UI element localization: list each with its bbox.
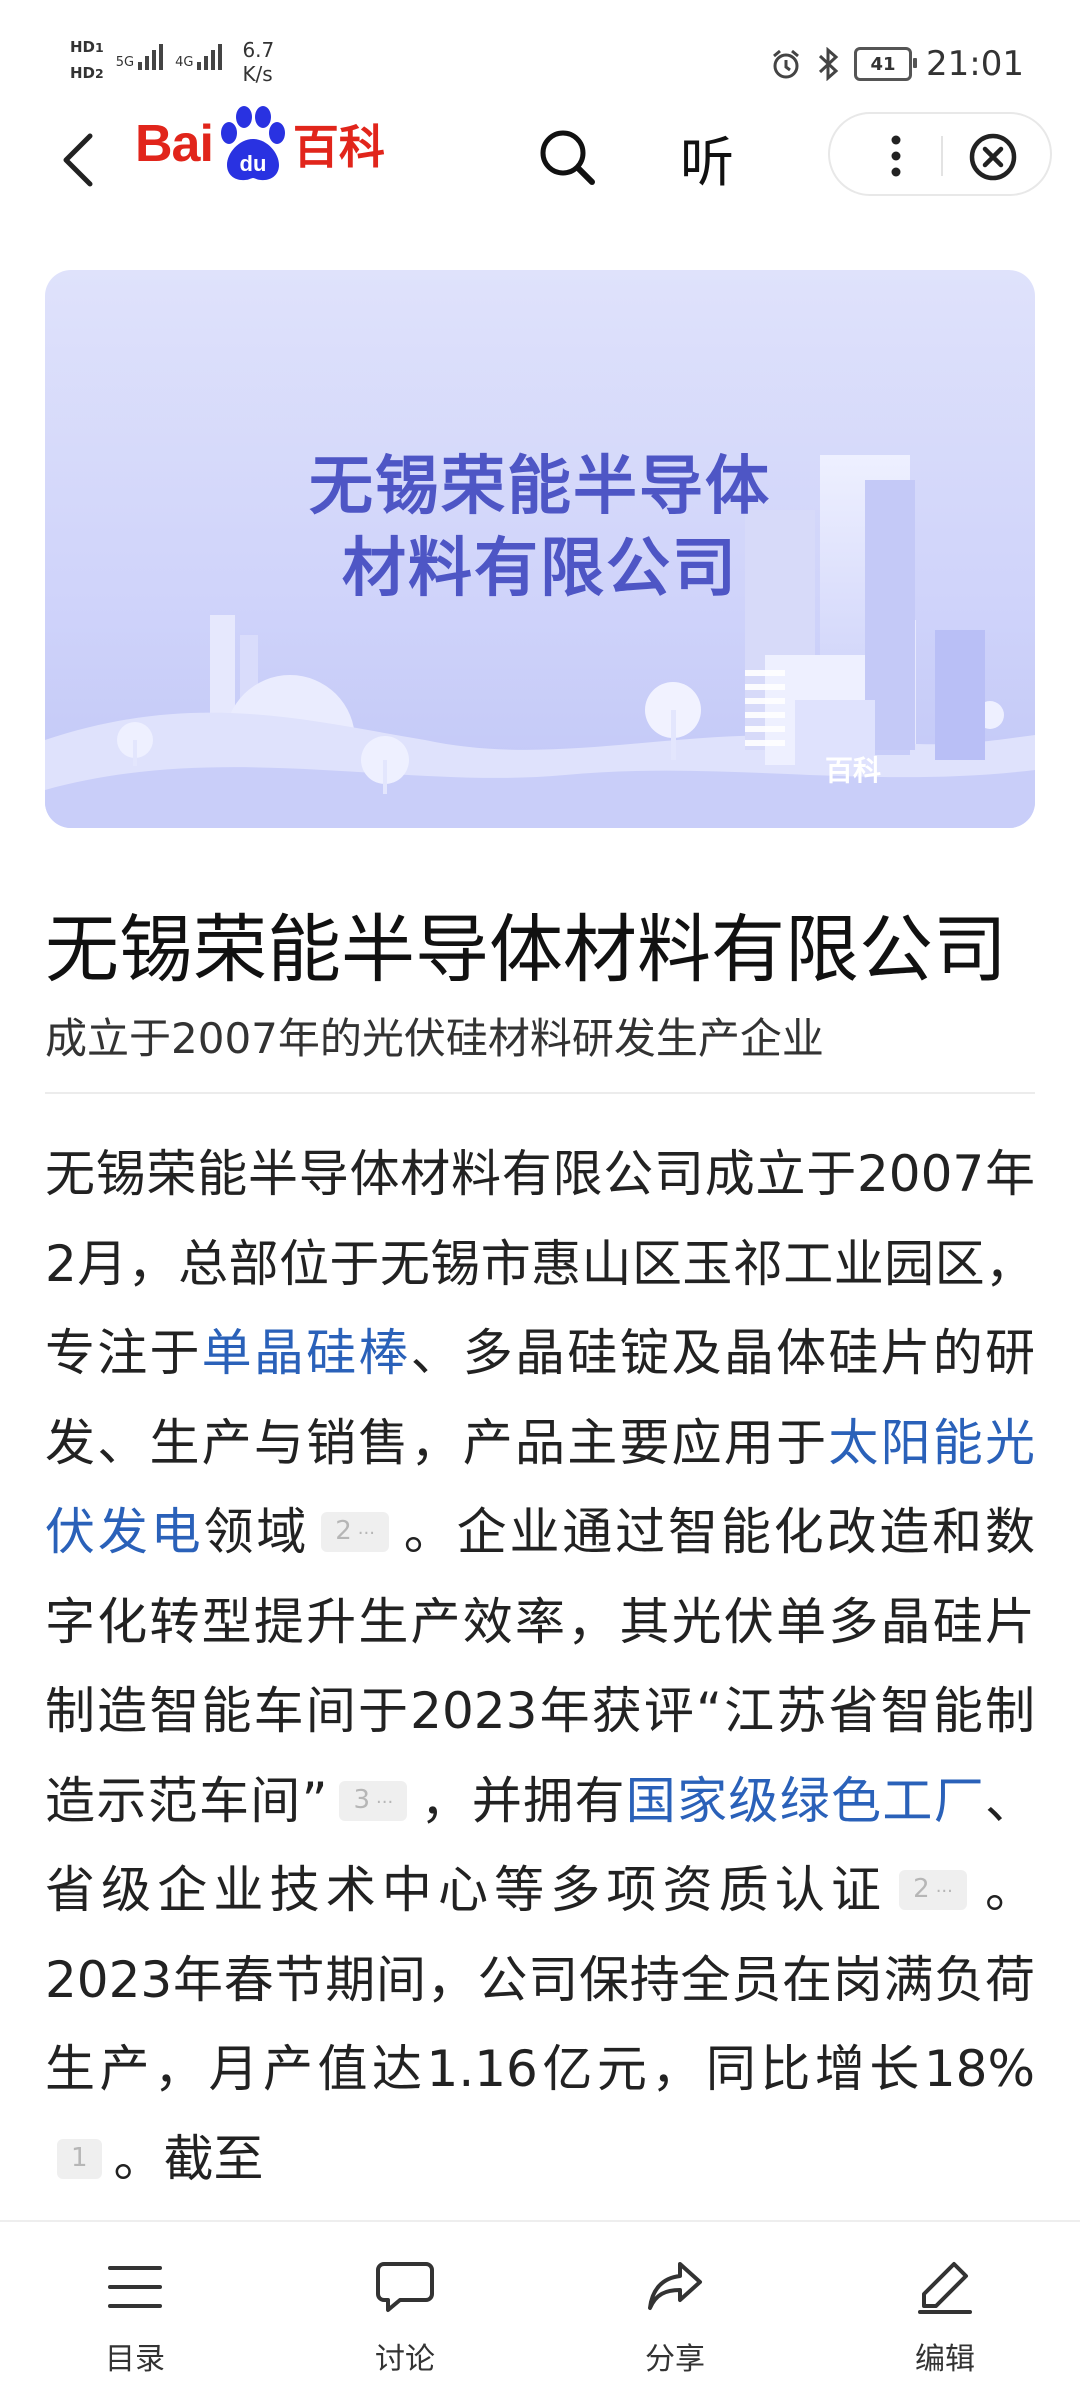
reference-badge[interactable]: 2 ···	[321, 1512, 389, 1552]
hero-banner: 百科 无锡荣能半导体 材料有限公司	[45, 270, 1035, 828]
page-subtitle: 成立于2007年的光伏硅材料研发生产企业	[45, 1014, 824, 1063]
logo-baike-text: 百科	[292, 120, 385, 174]
bottom-toolbar: 目录 讨论 分享 编辑	[0, 2220, 1080, 2390]
network-speed: 6.7 K/s	[242, 38, 274, 86]
banner-title-line1: 无锡荣能半导体	[309, 450, 771, 524]
share-arrow-icon	[648, 2262, 702, 2310]
sig2-label: 4G	[175, 55, 194, 70]
discuss-label: 讨论	[375, 2342, 435, 2377]
hd2-label: HD	[70, 64, 96, 82]
page-title: 无锡荣能半导体材料有限公司	[45, 907, 1007, 993]
hd1-label: HD	[70, 38, 96, 56]
search-icon[interactable]	[535, 125, 599, 189]
share-button[interactable]: 分享	[540, 2222, 810, 2390]
reference-badge[interactable]: 3 ···	[339, 1780, 408, 1821]
reference-badge[interactable]: 2 ···	[899, 1870, 967, 1910]
link-national-green-factory[interactable]: 国家级绿色工厂	[626, 1772, 985, 1830]
logo-bai-text: Bai	[135, 115, 214, 173]
reference-number: 1	[71, 2142, 88, 2173]
reference-dots: ···	[376, 1791, 394, 1813]
link-monocrystalline-silicon-rod[interactable]: 单晶硅棒	[202, 1324, 411, 1382]
baidu-paw-icon: du	[215, 105, 291, 183]
sig1-label: 5G	[115, 55, 135, 70]
reference-number: 3	[353, 1784, 371, 1815]
hd-indicators: HD1 HD2	[70, 38, 104, 82]
baidu-baike-logo[interactable]: Bai du 百科	[135, 105, 385, 183]
reference-badge[interactable]: 1	[57, 2138, 102, 2179]
banner-watermark: 百科	[825, 754, 881, 787]
divider	[45, 1092, 1035, 1094]
reference-number: 2	[913, 1874, 930, 1904]
chat-bubble-icon	[376, 2262, 434, 2312]
signal-bars-icon	[197, 40, 223, 70]
toc-button[interactable]: 目录	[0, 2222, 270, 2390]
body-text-3: 领域	[203, 1503, 310, 1561]
more-options-icon[interactable]	[886, 132, 906, 180]
pencil-icon	[918, 2262, 972, 2314]
battery-level: 41	[870, 53, 896, 75]
reference-number: 2	[335, 1516, 352, 1546]
speed-unit: K/s	[242, 62, 273, 86]
share-label: 分享	[645, 2342, 705, 2377]
mini-program-capsule	[828, 112, 1052, 196]
banner-title: 无锡荣能半导体 材料有限公司	[45, 446, 1035, 610]
article-body: 无锡荣能半导体材料有限公司成立于2007年2月，总部位于无锡市惠山区玉祁工业园区…	[45, 1130, 1035, 2215]
listen-button[interactable]: 听	[680, 118, 734, 197]
list-icon	[108, 2266, 162, 2308]
clock: 21:01	[926, 44, 1024, 84]
hd1-sub: 1	[95, 40, 104, 55]
bluetooth-icon	[818, 47, 839, 81]
banner-title-line2: 材料有限公司	[342, 532, 738, 606]
status-bar: HD1 HD2 5G 4G 6.7 K/s 41 21:01	[0, 0, 1080, 120]
back-arrow-icon[interactable]	[50, 130, 110, 190]
capsule-divider	[941, 136, 943, 176]
body-text-8: 。截至	[113, 2129, 264, 2188]
toc-label: 目录	[105, 2342, 165, 2377]
battery-icon: 41	[854, 47, 918, 81]
alarm-icon	[773, 49, 799, 79]
signal-5g: 5G	[115, 38, 164, 70]
reference-dots: ···	[357, 1523, 375, 1544]
signal-bars-icon	[138, 40, 164, 70]
speed-value: 6.7	[242, 38, 275, 62]
hd2-sub: 2	[95, 66, 104, 81]
logo-du-text: du	[239, 151, 266, 176]
close-icon[interactable]	[968, 132, 1018, 182]
body-text-5: ，并拥有	[419, 1771, 626, 1830]
signal-4g: 4G	[175, 38, 223, 70]
edit-label: 编辑	[915, 2342, 975, 2377]
discuss-button[interactable]: 讨论	[270, 2222, 540, 2390]
edit-button[interactable]: 编辑	[810, 2222, 1080, 2390]
reference-dots: ···	[935, 1881, 953, 1902]
